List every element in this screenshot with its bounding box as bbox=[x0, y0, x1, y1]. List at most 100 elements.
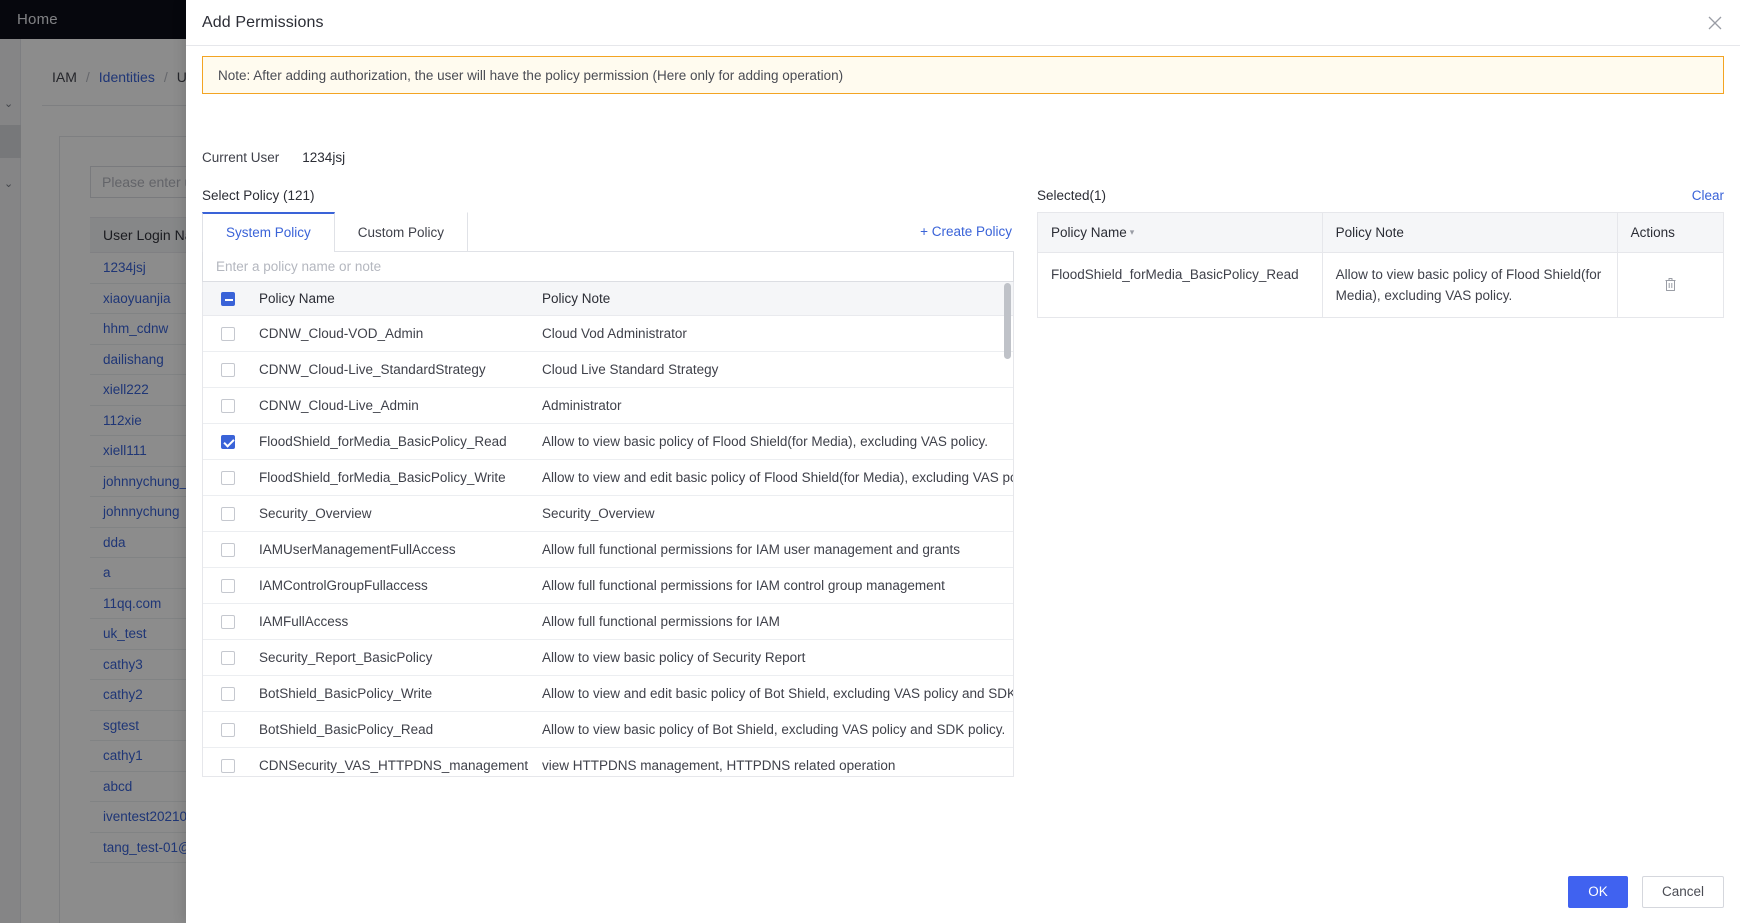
policy-table-row[interactable]: Security_Report_BasicPolicyAllow to view… bbox=[203, 639, 1013, 675]
policy-name-cell: FloodShield_forMedia_BasicPolicy_Write bbox=[259, 459, 542, 495]
policy-note-cell: Allow full functional permissions for IA… bbox=[542, 567, 1013, 603]
policy-note-cell: Allow full functional permissions for IA… bbox=[542, 603, 1013, 639]
policy-name-cell: FloodShield_forMedia_BasicPolicy_Read bbox=[259, 423, 542, 459]
policy-tabs: System Policy Custom Policy + Create Pol… bbox=[202, 212, 1014, 252]
policy-row-checkbox[interactable] bbox=[221, 687, 235, 701]
policy-table-row[interactable]: Security_OverviewSecurity_Overview bbox=[203, 495, 1013, 531]
policy-row-checkbox[interactable] bbox=[221, 759, 235, 773]
policy-table-row[interactable]: IAMUserManagementFullAccessAllow full fu… bbox=[203, 531, 1013, 567]
policy-table-row[interactable]: CDNW_Cloud-VOD_AdminCloud Vod Administra… bbox=[203, 315, 1013, 351]
select-policy-pane: Select Policy (121) System Policy Custom… bbox=[202, 189, 1014, 923]
selected-column-name[interactable]: Policy Name▾ bbox=[1038, 213, 1323, 253]
policy-name-cell: Security_Report_BasicPolicy bbox=[259, 639, 542, 675]
tab-custom-policy[interactable]: Custom Policy bbox=[335, 212, 468, 251]
policy-row-checkbox-cell bbox=[203, 747, 259, 777]
selected-policy-name: FloodShield_forMedia_BasicPolicy_Read bbox=[1038, 253, 1323, 318]
policy-row-checkbox-cell bbox=[203, 531, 259, 567]
policy-table-row[interactable]: IAMControlGroupFullaccessAllow full func… bbox=[203, 567, 1013, 603]
policy-note-cell: Allow to view and edit basic policy of F… bbox=[542, 459, 1013, 495]
policy-table-scroll-area: Policy Name Policy Note CDNW_Cloud-VOD_A… bbox=[202, 282, 1014, 777]
selected-table-header-row: Policy Name▾ Policy Note Actions bbox=[1038, 213, 1724, 253]
tab-system-policy[interactable]: System Policy bbox=[202, 212, 335, 252]
policy-note-cell: Allow to view basic policy of Security R… bbox=[542, 639, 1013, 675]
dialog-body: Note: After adding authorization, the us… bbox=[186, 46, 1740, 923]
policy-row-checkbox-cell bbox=[203, 351, 259, 387]
tab-custom-policy-label: Custom Policy bbox=[358, 225, 444, 240]
selected-table-row: FloodShield_forMedia_BasicPolicy_ReadAll… bbox=[1038, 253, 1724, 318]
policy-row-checkbox-cell bbox=[203, 423, 259, 459]
policy-table-row[interactable]: FloodShield_forMedia_BasicPolicy_ReadAll… bbox=[203, 423, 1013, 459]
info-notice: Note: After adding authorization, the us… bbox=[202, 56, 1724, 94]
policy-note-cell: Allow to view basic policy of Bot Shield… bbox=[542, 711, 1013, 747]
policy-note-cell: Cloud Vod Administrator bbox=[542, 315, 1013, 351]
policy-row-checkbox[interactable] bbox=[221, 723, 235, 737]
close-icon[interactable] bbox=[1704, 12, 1726, 34]
selected-table-body: FloodShield_forMedia_BasicPolicy_ReadAll… bbox=[1038, 253, 1724, 318]
policy-name-cell: BotShield_BasicPolicy_Read bbox=[259, 711, 542, 747]
add-permissions-dialog: Add Permissions Note: After adding autho… bbox=[186, 0, 1740, 923]
policy-table-row[interactable]: CDNW_Cloud-Live_StandardStrategyCloud Li… bbox=[203, 351, 1013, 387]
policy-name-cell: CDNW_Cloud-Live_StandardStrategy bbox=[259, 351, 542, 387]
policy-name-cell: IAMUserManagementFullAccess bbox=[259, 531, 542, 567]
policy-table-scrollbar[interactable] bbox=[1004, 283, 1011, 359]
policy-row-checkbox[interactable] bbox=[221, 399, 235, 413]
policy-row-checkbox[interactable] bbox=[221, 543, 235, 557]
policy-row-checkbox[interactable] bbox=[221, 651, 235, 665]
selected-policy-note: Allow to view basic policy of Flood Shie… bbox=[1322, 253, 1617, 318]
policy-name-cell: IAMControlGroupFullaccess bbox=[259, 567, 542, 603]
policy-row-checkbox-cell bbox=[203, 567, 259, 603]
policy-row-checkbox-cell bbox=[203, 675, 259, 711]
policy-table-row[interactable]: IAMFullAccessAllow full functional permi… bbox=[203, 603, 1013, 639]
clear-selection-link[interactable]: Clear bbox=[1692, 189, 1724, 203]
policy-name-cell: IAMFullAccess bbox=[259, 603, 542, 639]
select-policy-caption: Select Policy (121) bbox=[202, 189, 1014, 212]
current-user-label: Current User bbox=[202, 150, 279, 165]
selected-column-name-label: Policy Name bbox=[1051, 225, 1127, 240]
select-all-checkbox[interactable] bbox=[221, 292, 235, 306]
selected-column-note: Policy Note bbox=[1322, 213, 1617, 253]
policy-row-checkbox-cell bbox=[203, 459, 259, 495]
policy-note-cell: Allow to view basic policy of Flood Shie… bbox=[542, 423, 1013, 459]
create-policy-link[interactable]: + Create Policy bbox=[920, 224, 1014, 239]
policy-column-name: Policy Name bbox=[259, 282, 542, 315]
policy-row-checkbox[interactable] bbox=[221, 615, 235, 629]
policy-row-checkbox-cell bbox=[203, 639, 259, 675]
selected-column-actions: Actions bbox=[1617, 213, 1723, 253]
policy-table-row[interactable]: CDNW_Cloud-Live_AdminAdministrator bbox=[203, 387, 1013, 423]
policy-note-cell: Allow full functional permissions for IA… bbox=[542, 531, 1013, 567]
policy-row-checkbox[interactable] bbox=[221, 435, 235, 449]
dialog-footer: OK Cancel bbox=[186, 860, 1740, 923]
trash-icon[interactable] bbox=[1664, 277, 1677, 298]
policy-note-cell: Administrator bbox=[542, 387, 1013, 423]
policy-filter-field[interactable] bbox=[202, 252, 1014, 282]
ok-button[interactable]: OK bbox=[1568, 876, 1628, 908]
notice-text: Note: After adding authorization, the us… bbox=[218, 68, 843, 83]
policy-row-checkbox-cell bbox=[203, 387, 259, 423]
selected-caption: Selected(1) bbox=[1037, 189, 1106, 212]
policy-note-cell: Security_Overview bbox=[542, 495, 1013, 531]
policy-row-checkbox[interactable] bbox=[221, 579, 235, 593]
policy-row-checkbox[interactable] bbox=[221, 471, 235, 485]
policy-table-row[interactable]: FloodShield_forMedia_BasicPolicy_WriteAl… bbox=[203, 459, 1013, 495]
policy-table-row[interactable]: CDNSecurity_VAS_HTTPDNS_managementview H… bbox=[203, 747, 1013, 777]
selected-policy-actions bbox=[1617, 253, 1723, 318]
policy-table-row[interactable]: BotShield_BasicPolicy_ReadAllow to view … bbox=[203, 711, 1013, 747]
current-user-value: 1234jsj bbox=[302, 150, 345, 165]
policy-row-checkbox[interactable] bbox=[221, 327, 235, 341]
policy-table-row[interactable]: BotShield_BasicPolicy_WriteAllow to view… bbox=[203, 675, 1013, 711]
dialog-panes: Select Policy (121) System Policy Custom… bbox=[202, 189, 1724, 923]
cancel-button[interactable]: Cancel bbox=[1642, 876, 1724, 908]
policy-note-cell: view HTTPDNS management, HTTPDNS related… bbox=[542, 747, 1013, 777]
selected-policies-pane: Selected(1) Clear Policy Name▾ Policy No… bbox=[1037, 189, 1724, 923]
policy-select-all-cell bbox=[203, 282, 259, 315]
policy-column-note: Policy Note bbox=[542, 282, 1013, 315]
policy-name-cell: Security_Overview bbox=[259, 495, 542, 531]
policy-row-checkbox[interactable] bbox=[221, 507, 235, 521]
selected-caption-row: Selected(1) Clear bbox=[1037, 189, 1724, 212]
chevron-down-icon: ▾ bbox=[1130, 227, 1135, 238]
current-user-field: Current User 1234jsj bbox=[202, 150, 345, 165]
policy-row-checkbox-cell bbox=[203, 315, 259, 351]
policy-row-checkbox[interactable] bbox=[221, 363, 235, 377]
policy-search-input[interactable] bbox=[214, 258, 1013, 275]
policy-name-cell: CDNSecurity_VAS_HTTPDNS_management bbox=[259, 747, 542, 777]
